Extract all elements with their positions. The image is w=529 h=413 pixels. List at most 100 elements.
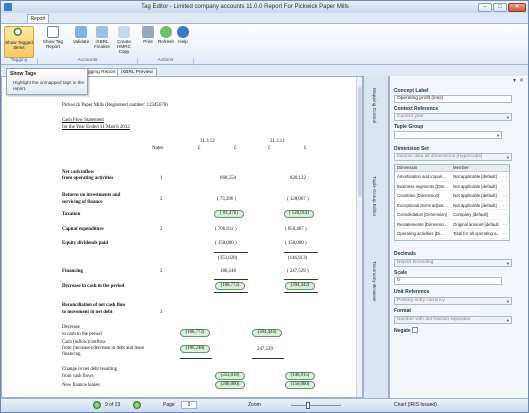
row-label: from (increase)/decrease in debt and lea…: [62, 346, 145, 351]
ellipsis-icon[interactable]: ⋯: [499, 191, 509, 200]
tagged-value[interactable]: ( 128,014): [284, 210, 314, 218]
tagged-value[interactable]: (394,444): [252, 329, 282, 337]
maximize-button[interactable]: □: [493, 2, 507, 12]
row-label: from cash flows: [62, 374, 94, 379]
ellipsis-icon[interactable]: ⋯: [499, 210, 509, 219]
show-tag-report-button[interactable]: Show Tag Report: [38, 26, 68, 58]
tab-mapping-control[interactable]: Mapping Control: [371, 88, 376, 123]
row-label: Reconciliation of net cash flow: [62, 303, 126, 308]
previous-page-icon[interactable]: [93, 401, 101, 409]
row-label: Equity dividends paid: [62, 241, 108, 246]
page-number-input[interactable]: 2: [181, 401, 197, 409]
dimension-row[interactable]: Exceptional items adjust... Not applicabl…: [395, 201, 509, 210]
row-value: 820,122: [290, 176, 306, 181]
tagged-value[interactable]: ( 81,476): [214, 210, 244, 218]
tagged-value[interactable]: (166,772): [180, 329, 210, 337]
chevron-down-icon: ▼: [506, 318, 510, 323]
ellipsis-icon[interactable]: ⋯: [499, 172, 509, 181]
tagged-value[interactable]: (166,772): [215, 282, 245, 290]
printer-icon: [142, 26, 154, 38]
chevron-down-icon: ▼: [506, 261, 510, 266]
row-label: to movement in net debt: [62, 310, 113, 315]
next-page-icon[interactable]: [133, 401, 141, 409]
dimension-row[interactable]: Amortisation and impair... Not applicable…: [395, 172, 509, 182]
row-value: ( 150,000 ): [215, 241, 237, 246]
scrollbar-thumb[interactable]: [358, 87, 362, 197]
col-header-year2: 31.3.11: [270, 139, 285, 144]
tag-editor-window: Tag Editor - Limited company accounts 11…: [0, 0, 529, 413]
unit-reference-select[interactable]: Posting entry currency ▼: [394, 297, 512, 305]
dimension-row[interactable]: Consolidation [Dimension] Company [defaul…: [395, 210, 509, 220]
create-hmrc-copy-button[interactable]: Create HMRC Copy: [113, 26, 135, 58]
row-label: Change in net debt resulting: [62, 367, 118, 372]
hmrc-copy-icon: [118, 26, 130, 38]
row-label: Net cash inflow: [62, 170, 95, 175]
dimension-row[interactable]: Operating activities [Di... Total for all…: [395, 229, 509, 239]
row-note: 2: [160, 197, 163, 202]
tab-ixbrl-preview[interactable]: iXBRL Preview: [117, 68, 157, 76]
row-label: Taxation: [62, 212, 81, 217]
ribbon-tabs: Report: [1, 13, 528, 23]
format-select[interactable]: Number with dot fraction separator ▼: [394, 316, 512, 324]
row-value: (353,020): [218, 256, 238, 261]
row-label: New finance leases: [62, 383, 100, 388]
help-icon: [177, 26, 189, 38]
window-title: Tag Editor - Limited company accounts 11…: [141, 4, 349, 10]
tab-report[interactable]: Report: [27, 14, 49, 23]
print-button[interactable]: Print: [140, 26, 156, 58]
sum-rule: [214, 279, 248, 280]
currency-year2a: £: [268, 146, 271, 151]
negate-checkbox[interactable]: [412, 327, 418, 333]
decimals-select[interactable]: Report Rounding ▼: [394, 259, 512, 267]
tagged-value[interactable]: (200,000): [215, 381, 245, 389]
vertical-scrollbar[interactable]: [356, 77, 362, 397]
chevron-down-icon: ▼: [506, 155, 510, 160]
zoom-slider[interactable]: [291, 405, 341, 406]
row-note: 3: [160, 310, 163, 315]
dimension-table: Dimension Member Amortisation and impair…: [394, 164, 510, 241]
close-button[interactable]: ✕: [508, 2, 526, 12]
row-label: financing: [62, 352, 81, 357]
tuple-group-select[interactable]: ▼: [394, 131, 502, 139]
row-label: from operating activities: [62, 176, 114, 181]
zoom-slider-thumb[interactable]: [306, 402, 310, 409]
ixbrl-finalise-button[interactable]: iXBRL Finalise: [92, 26, 112, 58]
tagged-value[interactable]: (146,915): [285, 372, 315, 380]
sum-rule: [214, 252, 248, 253]
dimension-set-select[interactable]: Income data all dimensions [Hypercube] ▼: [394, 153, 512, 161]
report-icon: [47, 26, 59, 38]
group-accounts-label: Accounts: [38, 58, 138, 65]
context-reference-select[interactable]: Current year ▼: [394, 113, 512, 121]
show-tagged-items-button[interactable]: Show Tagged Items: [4, 26, 34, 58]
refresh-button[interactable]: Refresh: [157, 26, 175, 58]
scale-input[interactable]: 0: [394, 277, 502, 285]
chevron-down-icon: ▼: [496, 133, 500, 138]
ellipsis-icon[interactable]: ⋯: [499, 220, 509, 229]
help-button[interactable]: Help: [176, 26, 190, 58]
concept-label-field[interactable]: Operating profit (loss): [394, 95, 512, 103]
minimize-button[interactable]: –: [478, 2, 492, 12]
dimension-row[interactable]: Restatements [Dimensio... Original amount…: [395, 220, 509, 229]
side-tab-strip: Mapping Control Tuple Group Editor Taxon…: [363, 76, 389, 398]
tagged-value[interactable]: (186,248): [180, 345, 210, 353]
tagged-value[interactable]: (150,000): [285, 381, 315, 389]
ellipsis-icon[interactable]: ⋯: [499, 201, 509, 210]
validate-button[interactable]: Validate: [71, 26, 91, 58]
ellipsis-icon[interactable]: ⋯: [499, 182, 509, 191]
dimension-row[interactable]: Countries [Dimension] Not applicable [def…: [395, 191, 509, 201]
row-label: Capital expenditure: [62, 227, 104, 232]
chevron-down-icon: ▼: [506, 115, 510, 120]
close-panel-icon[interactable]: ✕: [519, 77, 524, 84]
tab-tuple-group-editor[interactable]: Tuple Group Editor: [371, 176, 376, 216]
row-value: (146,913): [288, 256, 308, 261]
row-value: ( 120,067 ): [287, 197, 309, 202]
row-label: Decrease in cash in the period: [62, 284, 125, 289]
tab-taxonomy-browser[interactable]: Taxonomy Browser: [371, 261, 376, 302]
dimension-row[interactable]: Business segments [Dim... Not applicable …: [395, 182, 509, 191]
page-label: Page: [163, 402, 175, 408]
finalise-icon: [96, 26, 108, 38]
tagged-value[interactable]: (353,018): [215, 372, 245, 380]
pin-icon[interactable]: ▾: [513, 77, 516, 84]
tagged-value[interactable]: (394,442): [285, 282, 315, 290]
ellipsis-icon[interactable]: ⋯: [499, 229, 509, 238]
